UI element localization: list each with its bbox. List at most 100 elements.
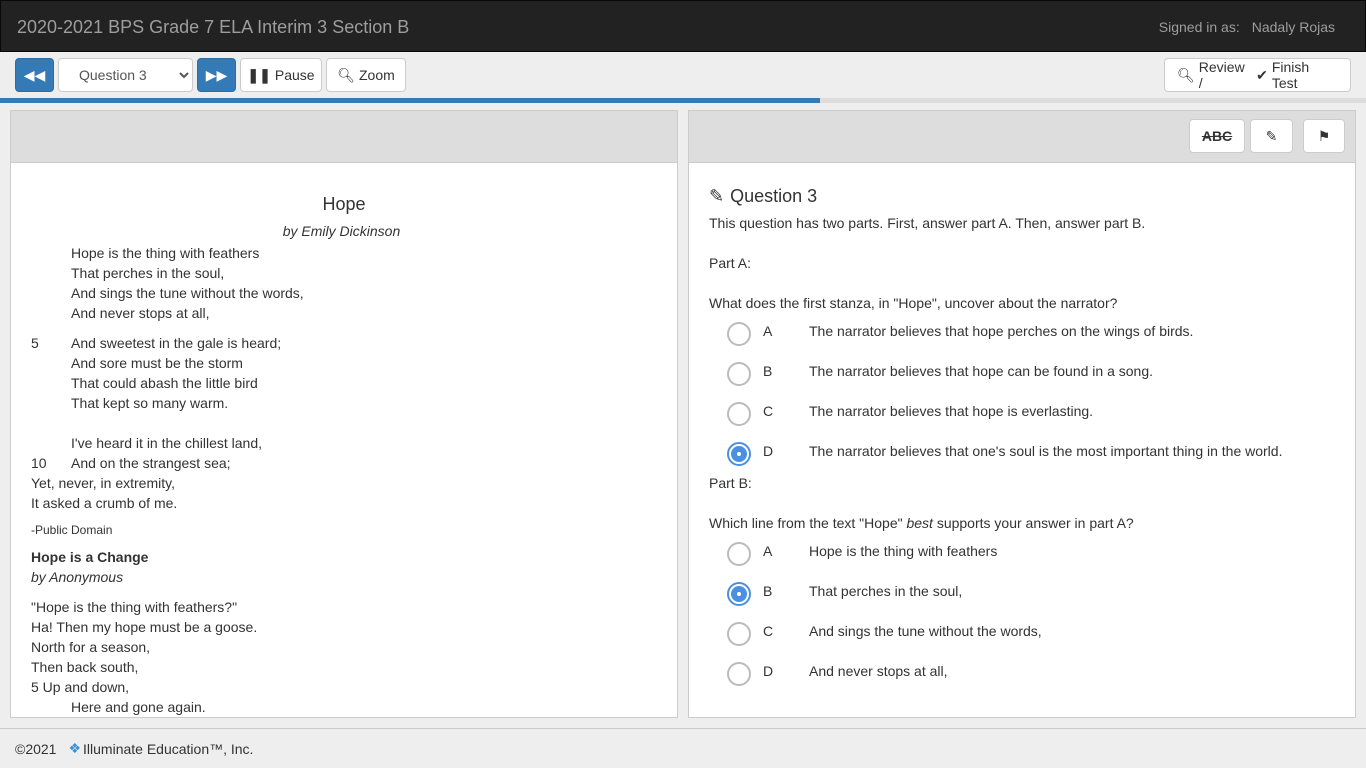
poem-line: And never stops at all, — [31, 303, 657, 323]
user-name[interactable]: Nadaly Rojas — [1252, 19, 1335, 35]
poem-line: That kept so many warm. — [31, 393, 657, 413]
radio-button[interactable] — [727, 442, 751, 466]
check-icon: ✔ — [1256, 66, 1268, 83]
notepad-button[interactable]: ✎ — [1250, 119, 1293, 153]
line-number — [31, 353, 71, 373]
answer-eliminator-button[interactable]: ABC — [1189, 119, 1245, 153]
poem-line: 10 And on the strangest sea; — [31, 453, 657, 473]
poem-line: And sore must be the storm — [31, 353, 657, 373]
option-letter: C — [763, 623, 774, 639]
question-heading: ✎ Question 3 — [709, 184, 1335, 208]
part-b-prompt: Which line from the text "Hope" best sup… — [709, 515, 1134, 531]
poem-line: I've heard it in the chillest land, — [31, 433, 657, 453]
poem-line: "Hope is the thing with feathers?" — [31, 599, 238, 615]
radio-button[interactable] — [727, 362, 751, 386]
line-text: I've heard it in the chillest land, — [71, 435, 263, 451]
forward-icon: ▶▶ — [205, 66, 228, 83]
answer-option-c[interactable]: C The narrator believes that hope is ever… — [709, 402, 1335, 443]
toolbar: ◀◀ Question 3 ▶▶ ❚❚ Pause 🔍︎ Zoom 🔍︎ Review… — [0, 52, 1366, 98]
previous-question-button[interactable]: ◀◀ — [15, 58, 54, 92]
passage-title-2: Hope is a Change — [31, 549, 149, 565]
review-finish-button[interactable]: 🔍︎ Review / ✔ Finish Test — [1164, 58, 1351, 92]
option-text: And never stops at all, — [809, 663, 948, 679]
poem-line: Then back south, — [31, 659, 139, 675]
radio-button[interactable] — [727, 582, 751, 606]
poem-line: It asked a crumb of me. — [31, 495, 178, 511]
poem-line: Hope is the thing with feathers — [31, 243, 657, 263]
radio-button[interactable] — [727, 622, 751, 646]
option-text: The narrator believes that hope can be f… — [809, 363, 1154, 379]
next-question-button[interactable]: ▶▶ — [197, 58, 236, 92]
poem-line: That could abash the little bird — [31, 373, 657, 393]
line-text: That could abash the little bird — [71, 375, 258, 391]
line-number: 10 — [31, 455, 47, 471]
radio-button[interactable] — [727, 322, 751, 346]
finish-label: Finish Test — [1271, 59, 1310, 91]
zoom-label: Zoom — [359, 67, 395, 83]
line-text: That perches in the soul, — [71, 265, 225, 281]
poem-line: Yet, never, in extremity, — [31, 475, 175, 491]
line-number — [31, 433, 71, 453]
line-number — [31, 243, 71, 263]
radio-button[interactable] — [727, 402, 751, 426]
footer: ©2021 ❖ Illuminate Education™, Inc. — [0, 728, 1366, 768]
answer-option-b[interactable]: B That perches in the soul, — [709, 582, 1335, 623]
question-intro: This question has two parts. First, answ… — [709, 215, 1146, 231]
search-icon: 🔍︎ — [1177, 66, 1195, 83]
answer-option-b[interactable]: B The narrator believes that hope can be … — [709, 362, 1335, 403]
passage-body[interactable]: Hope by Emily Dickinson Hope is the thin… — [11, 194, 677, 717]
question-select[interactable]: Question 3 — [58, 58, 193, 92]
pause-icon: ❚❚ — [247, 66, 271, 83]
line-number — [31, 283, 71, 303]
backward-icon: ◀◀ — [23, 66, 46, 83]
pause-label: Pause — [274, 67, 315, 83]
poem-line: And sings the tune without the words, — [31, 283, 657, 303]
line-number — [31, 373, 71, 393]
signed-in-info: Signed in as: Nadaly Rojas — [1159, 19, 1335, 35]
line-text: That kept so many warm. — [71, 395, 229, 411]
radio-button[interactable] — [727, 542, 751, 566]
part-a-label: Part A: — [709, 255, 752, 271]
pencil-icon: ✎ — [709, 185, 725, 206]
line-text: And sings the tune without the words, — [71, 285, 304, 301]
answer-option-c[interactable]: C And sings the tune without the words, — [709, 622, 1335, 663]
stanza-gap — [31, 413, 657, 433]
line-number — [31, 303, 71, 323]
line-number: 5 — [31, 335, 39, 351]
stanza-gap — [31, 323, 657, 333]
answer-option-d[interactable]: D The narrator believes that one's soul i… — [709, 442, 1335, 483]
line-text: And sweetest in the gale is heard; — [71, 335, 282, 351]
answer-option-a[interactable]: A Hope is the thing with feathers — [709, 542, 1335, 583]
zoom-button[interactable]: 🔍︎ Zoom — [326, 58, 406, 92]
line-number — [31, 263, 71, 283]
test-title: 2020-2021 BPS Grade 7 ELA Interim 3 Sect… — [17, 17, 410, 37]
search-icon: 🔍︎ — [337, 66, 355, 83]
passage-byline: by Emily Dickinson — [282, 223, 401, 239]
radio-button[interactable] — [727, 662, 751, 686]
option-text: The narrator believes that hope perches … — [809, 323, 1194, 339]
option-letter: D — [763, 663, 774, 679]
pause-button[interactable]: ❚❚ Pause — [240, 58, 322, 92]
option-text: That perches in the soul, — [809, 583, 963, 599]
passage-credit: -Public Domain — [31, 523, 113, 537]
answer-option-a[interactable]: A The narrator believes that hope perches… — [709, 322, 1335, 363]
option-letter: B — [763, 363, 773, 379]
passage-byline-2: by Anonymous — [31, 569, 124, 585]
strikethrough-icon: ABC — [1201, 128, 1233, 144]
option-text: And sings the tune without the words, — [809, 623, 1042, 639]
signed-in-label: Signed in as: — [1158, 19, 1240, 35]
flag-button[interactable]: ⚑ — [1303, 119, 1345, 153]
line-text: And on the strangest sea; — [71, 455, 231, 471]
answer-option-d[interactable]: D And never stops at all, — [709, 662, 1335, 703]
part-a-prompt: What does the first stanza, in "Hope", u… — [709, 295, 1118, 311]
review-label: Review / — [1198, 59, 1245, 91]
poem-line: That perches in the soul, — [31, 263, 657, 283]
poem-line: Ha! Then my hope must be a goose. — [31, 619, 258, 635]
poem-line: Here and gone again. — [71, 699, 206, 715]
copyright: ©2021 — [15, 740, 57, 757]
option-text: The narrator believes that hope is everl… — [809, 403, 1094, 419]
poem-line: 5 And sweetest in the gale is heard; — [31, 333, 657, 353]
line-text: And sore must be the storm — [71, 355, 243, 371]
illuminate-logo-icon: ❖ — [68, 740, 82, 756]
passage-panel-header — [11, 111, 677, 163]
